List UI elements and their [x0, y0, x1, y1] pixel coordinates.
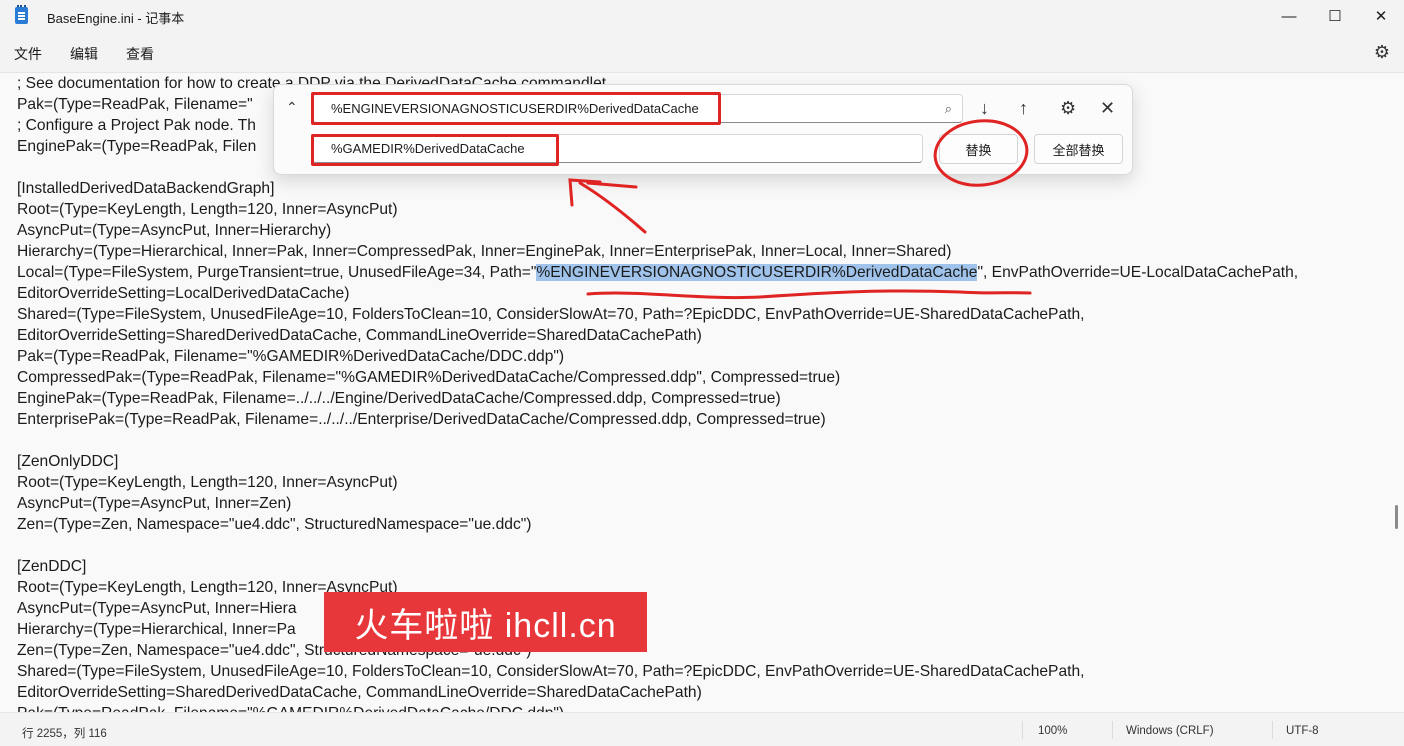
- status-divider: [1022, 721, 1023, 739]
- notepad-icon: [15, 5, 28, 24]
- maximize-button[interactable]: ☐: [1312, 0, 1358, 32]
- encoding[interactable]: UTF-8: [1286, 725, 1319, 737]
- text-line: Root=(Type=KeyLength, Length=120, Inner=…: [17, 201, 398, 218]
- menu-bar: 文件 编辑 查看 ⚙: [0, 32, 1404, 73]
- replace-button[interactable]: 替换: [939, 134, 1018, 164]
- text-line: CompressedPak=(Type=ReadPak, Filename="%…: [17, 369, 841, 386]
- minimize-button[interactable]: —: [1266, 0, 1312, 32]
- local-line-suffix: ", EnvPathOverride=UE-LocalDataCachePath…: [977, 264, 1299, 281]
- text-line: [ZenDDC]: [17, 558, 87, 575]
- text-line: EnginePak=(Type=ReadPak, Filen: [17, 138, 257, 155]
- text-line: AsyncPut=(Type=AsyncPut, Inner=Zen): [17, 495, 292, 512]
- find-previous-arrow-up-icon[interactable]: ↑: [1019, 98, 1028, 119]
- text-line: Root=(Type=KeyLength, Length=120, Inner=…: [17, 474, 398, 491]
- find-next-arrow-down-icon[interactable]: ↓: [980, 98, 989, 119]
- text-line: Pak=(Type=ReadPak, Filename="%GAMEDIR%De…: [17, 348, 565, 365]
- search-options-icon[interactable]: ⚙: [1060, 98, 1076, 119]
- text-line: ; Configure a Project Pak node. Th: [17, 117, 256, 134]
- title-bar[interactable]: BaseEngine.ini - 记事本 — ☐ ✕: [0, 0, 1404, 32]
- menu-view[interactable]: 查看: [126, 44, 154, 64]
- text-line: EditorOverrideSetting=SharedDerivedDataC…: [17, 327, 702, 344]
- cursor-position: 行 2255，列 116: [22, 728, 107, 740]
- selected-match-text[interactable]: %ENGINEVERSIONAGNOSTICUSERDIR%DerivedDat…: [536, 264, 978, 281]
- text-line: EnginePak=(Type=ReadPak, Filename=../../…: [17, 390, 781, 407]
- annotation-box-find: [311, 92, 721, 125]
- status-bar: 行 2255，列 116 100% Windows (CRLF) UTF-8: [0, 712, 1404, 746]
- text-line: Shared=(Type=FileSystem, UnusedFileAge=1…: [17, 663, 1085, 680]
- line-ending[interactable]: Windows (CRLF): [1126, 725, 1214, 737]
- replace-all-button[interactable]: 全部替换: [1034, 134, 1123, 164]
- menu-edit[interactable]: 编辑: [70, 44, 98, 64]
- text-line: EditorOverrideSetting=LocalDerivedDataCa…: [17, 285, 350, 302]
- close-button[interactable]: ✕: [1358, 0, 1404, 32]
- text-line: AsyncPut=(Type=AsyncPut, Inner=Hiera: [17, 600, 297, 617]
- text-line: Shared=(Type=FileSystem, UnusedFileAge=1…: [17, 306, 1085, 323]
- text-line: AsyncPut=(Type=AsyncPut, Inner=Hierarchy…: [17, 222, 332, 239]
- status-divider: [1272, 721, 1273, 739]
- text-line: Hierarchy=(Type=Hierarchical, Inner=Pak,…: [17, 243, 952, 260]
- text-line: Pak=(Type=ReadPak, Filename=": [17, 96, 253, 113]
- close-find-icon[interactable]: ✕: [1100, 98, 1115, 119]
- text-line: EnterprisePak=(Type=ReadPak, Filename=..…: [17, 411, 826, 428]
- text-line-local: Local=(Type=FileSystem, PurgeTransient=t…: [17, 262, 1298, 283]
- menu-file[interactable]: 文件: [14, 44, 42, 64]
- vertical-scrollbar-thumb[interactable]: [1395, 505, 1398, 529]
- zoom-level[interactable]: 100%: [1038, 725, 1067, 737]
- collapse-replace-icon[interactable]: ⌃: [286, 99, 298, 116]
- text-line: [ZenOnlyDDC]: [17, 453, 119, 470]
- status-divider: [1112, 721, 1113, 739]
- settings-gear-icon[interactable]: ⚙: [1374, 42, 1390, 63]
- watermark-banner: 火车啦啦 ihcll.cn: [324, 592, 647, 652]
- text-line: [InstalledDerivedDataBackendGraph]: [17, 180, 275, 197]
- annotation-box-replace: [311, 134, 559, 166]
- local-line-prefix: Local=(Type=FileSystem, PurgeTransient=t…: [17, 264, 537, 281]
- text-line: EditorOverrideSetting=SharedDerivedDataC…: [17, 684, 702, 701]
- search-icon[interactable]: ⌕: [945, 101, 952, 117]
- text-line: Zen=(Type=Zen, Namespace="ue4.ddc", Stru…: [17, 516, 532, 533]
- text-line: Pak=(Type=ReadPak, Filename="%GAMEDIR%De…: [17, 703, 564, 712]
- window-title: BaseEngine.ini - 记事本: [47, 11, 185, 26]
